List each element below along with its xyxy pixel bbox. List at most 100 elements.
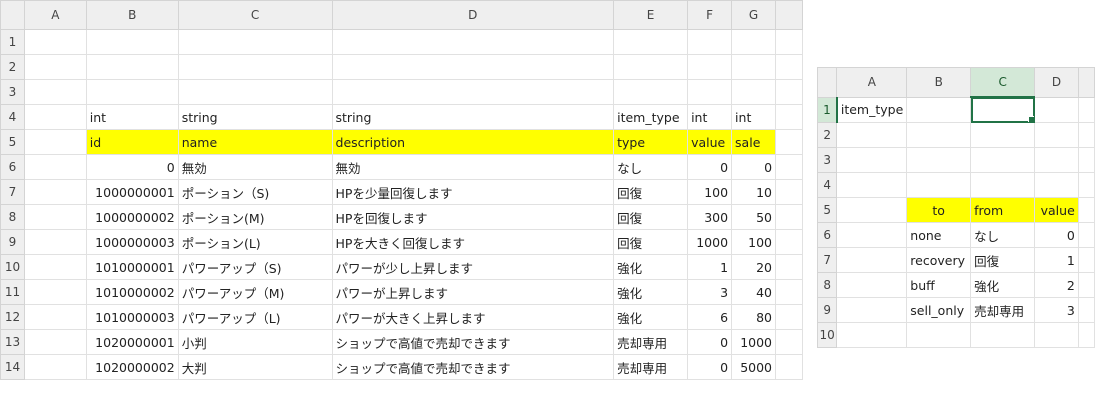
cell-b7[interactable]: 1000000001 [85, 179, 179, 205]
cell-c3[interactable] [177, 79, 333, 105]
cell-c6[interactable]: 無効 [177, 154, 333, 180]
cell-d4[interactable] [1034, 172, 1079, 198]
cell-a4[interactable] [836, 172, 908, 198]
cell-d5[interactable]: value [1034, 197, 1079, 223]
column-header-e[interactable]: E [613, 0, 689, 30]
cell-d7[interactable]: HPを少量回復します [331, 179, 615, 205]
cell-a3[interactable] [836, 147, 908, 173]
row-header[interactable]: 6 [0, 154, 25, 180]
cell-c4[interactable]: string [177, 104, 333, 130]
column-header-d[interactable]: D [331, 0, 615, 30]
cell-b3[interactable] [85, 79, 179, 105]
cell-f11[interactable]: 3 [687, 279, 733, 305]
cell-c12[interactable]: パワーアップ（L) [177, 304, 333, 330]
cell-b10[interactable]: 1010000001 [85, 254, 179, 280]
fill-handle[interactable] [1028, 116, 1034, 122]
row-header[interactable]: 12 [0, 304, 25, 330]
cell-h14[interactable] [775, 354, 803, 380]
cell-b6[interactable]: none [906, 222, 972, 248]
cell-g12[interactable]: 80 [731, 304, 777, 330]
cell-f3[interactable] [687, 79, 733, 105]
cell-d9[interactable]: HPを大きく回復します [331, 229, 615, 255]
cell-e10[interactable] [1077, 322, 1095, 348]
cell-d12[interactable]: パワーが大きく上昇します [331, 304, 615, 330]
cell-b5[interactable]: id [85, 129, 179, 155]
column-header-d[interactable]: D [1034, 67, 1079, 98]
cell-f9[interactable]: 1000 [687, 229, 733, 255]
row-header[interactable]: 9 [816, 297, 838, 323]
cell-f7[interactable]: 100 [687, 179, 733, 205]
cell-c14[interactable]: 大判 [177, 354, 333, 380]
row-header[interactable]: 11 [0, 279, 25, 305]
select-all-corner[interactable] [816, 67, 838, 98]
column-header-c[interactable]: C [970, 67, 1036, 98]
cell-d1[interactable] [331, 29, 615, 55]
cell-h12[interactable] [775, 304, 803, 330]
cell-c10[interactable] [970, 322, 1036, 348]
cell-d13[interactable]: ショップで高値で売却できます [331, 329, 615, 355]
cell-a2[interactable] [836, 122, 908, 148]
cell-c9[interactable]: ポーション(L) [177, 229, 333, 255]
cell-e2[interactable] [1077, 122, 1095, 148]
cell-a4[interactable] [23, 104, 87, 130]
cell-g1[interactable] [731, 29, 777, 55]
row-header[interactable]: 1 [816, 96, 838, 123]
cell-h2[interactable] [775, 54, 803, 80]
row-header[interactable]: 4 [0, 104, 25, 130]
cell-d8[interactable]: 2 [1034, 272, 1079, 298]
cell-a14[interactable] [23, 354, 87, 380]
cell-g4[interactable]: int [731, 104, 777, 130]
cell-e12[interactable]: 強化 [613, 304, 689, 330]
cell-f13[interactable]: 0 [687, 329, 733, 355]
cell-f8[interactable]: 300 [687, 204, 733, 230]
cell-e2[interactable] [613, 54, 689, 80]
cell-c13[interactable]: 小判 [177, 329, 333, 355]
cell-c7[interactable]: 回復 [970, 247, 1036, 273]
cell-a13[interactable] [23, 329, 87, 355]
cell-d1[interactable] [1034, 96, 1079, 123]
cell-c5[interactable]: name [177, 129, 333, 155]
cell-h3[interactable] [775, 79, 803, 105]
cell-d6[interactable]: 無効 [331, 154, 615, 180]
cell-e6[interactable]: なし [613, 154, 689, 180]
cell-b5[interactable]: to [906, 197, 972, 223]
row-header[interactable]: 5 [0, 129, 25, 155]
select-all-corner[interactable] [0, 0, 25, 30]
cell-g10[interactable]: 20 [731, 254, 777, 280]
cell-g11[interactable]: 40 [731, 279, 777, 305]
row-header[interactable]: 2 [0, 54, 25, 80]
cell-b9[interactable]: 1000000003 [85, 229, 179, 255]
row-header[interactable]: 7 [0, 179, 25, 205]
cell-h10[interactable] [775, 254, 803, 280]
cell-c8[interactable]: 強化 [970, 272, 1036, 298]
cell-b4[interactable]: int [85, 104, 179, 130]
cell-a1[interactable]: item_type [836, 96, 908, 123]
column-header-h-partial[interactable] [775, 0, 803, 30]
column-header-f[interactable]: F [687, 0, 733, 30]
cell-b11[interactable]: 1010000002 [85, 279, 179, 305]
cell-d3[interactable] [331, 79, 615, 105]
cell-e1[interactable] [613, 29, 689, 55]
cell-g6[interactable]: 0 [731, 154, 777, 180]
column-header-b[interactable]: B [85, 0, 179, 30]
row-header[interactable]: 1 [0, 29, 25, 55]
cell-d11[interactable]: パワーが上昇します [331, 279, 615, 305]
cell-e14[interactable]: 売却専用 [613, 354, 689, 380]
cell-a9[interactable] [836, 297, 908, 323]
column-header-c[interactable]: C [177, 0, 333, 30]
cell-g14[interactable]: 5000 [731, 354, 777, 380]
cell-b1[interactable] [906, 96, 972, 123]
column-header-b[interactable]: B [906, 67, 972, 98]
cell-g3[interactable] [731, 79, 777, 105]
cell-h8[interactable] [775, 204, 803, 230]
cell-a7[interactable] [836, 247, 908, 273]
cell-c4[interactable] [970, 172, 1036, 198]
row-header[interactable]: 8 [0, 204, 25, 230]
cell-d2[interactable] [331, 54, 615, 80]
cell-c11[interactable]: パワーアップ（M) [177, 279, 333, 305]
cell-d3[interactable] [1034, 147, 1079, 173]
cell-h9[interactable] [775, 229, 803, 255]
cell-e8[interactable] [1077, 272, 1095, 298]
row-header[interactable]: 5 [816, 197, 838, 223]
cell-a12[interactable] [23, 304, 87, 330]
